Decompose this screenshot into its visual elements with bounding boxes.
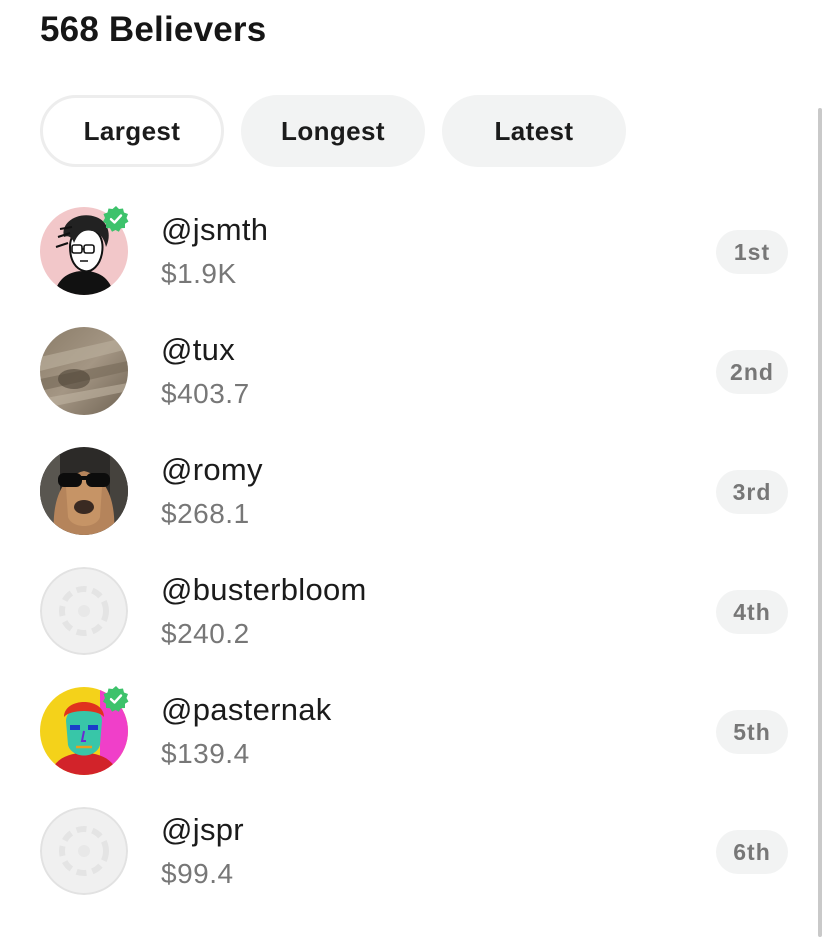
avatar[interactable]: [40, 447, 128, 535]
default-avatar-icon: [40, 807, 128, 895]
rank-badge: 1st: [716, 230, 788, 274]
believer-amount: $403.7: [161, 378, 250, 409]
rank-badge: 5th: [716, 710, 788, 754]
believer-handle[interactable]: @tux: [161, 332, 235, 368]
tab-latest[interactable]: Latest: [442, 95, 626, 167]
believer-amount: $99.4: [161, 858, 234, 889]
rank-badge: 3rd: [716, 470, 788, 514]
believer-handle[interactable]: @romy: [161, 452, 263, 488]
list-item[interactable]: @pasternak $139.4 5th: [0, 670, 828, 790]
list-item[interactable]: @busterbloom $240.2 4th: [0, 550, 828, 670]
verified-badge-icon: [103, 686, 129, 712]
avatar-image: [40, 327, 128, 415]
default-avatar-icon: [40, 567, 128, 655]
rank-badge: 6th: [716, 830, 788, 874]
believer-handle[interactable]: @busterbloom: [161, 572, 367, 608]
page-title: 568 Believers: [40, 10, 267, 49]
sort-tabs: Largest Longest Latest: [40, 95, 626, 167]
believers-panel: 568 Believers Largest Longest Latest @js…: [0, 0, 828, 937]
list-item[interactable]: @jspr $99.4 6th: [0, 790, 828, 910]
rank-badge: 2nd: [716, 350, 788, 394]
believer-amount: $139.4: [161, 738, 250, 769]
avatar[interactable]: [40, 206, 129, 295]
believer-amount: $240.2: [161, 618, 250, 649]
believer-amount: $1.9K: [161, 258, 237, 289]
rank-badge: 4th: [716, 590, 788, 634]
believer-handle[interactable]: @jsmth: [161, 212, 268, 248]
believer-amount: $268.1: [161, 498, 250, 529]
avatar-image: [40, 447, 128, 535]
tab-largest[interactable]: Largest: [40, 95, 224, 167]
list-item[interactable]: @tux $403.7 2nd: [0, 310, 828, 430]
believer-handle[interactable]: @pasternak: [161, 692, 332, 728]
verified-badge-icon: [103, 206, 129, 232]
avatar[interactable]: [40, 686, 129, 775]
believer-handle[interactable]: @jspr: [161, 812, 244, 848]
avatar[interactable]: [40, 807, 128, 895]
list-item[interactable]: @jsmth $1.9K 1st: [0, 190, 828, 310]
tab-longest[interactable]: Longest: [241, 95, 425, 167]
avatar[interactable]: [40, 567, 128, 655]
list-item[interactable]: @romy $268.1 3rd: [0, 430, 828, 550]
avatar[interactable]: [40, 327, 128, 415]
believers-list: @jsmth $1.9K 1st @tux $403.7 2nd @romy $…: [0, 190, 828, 910]
